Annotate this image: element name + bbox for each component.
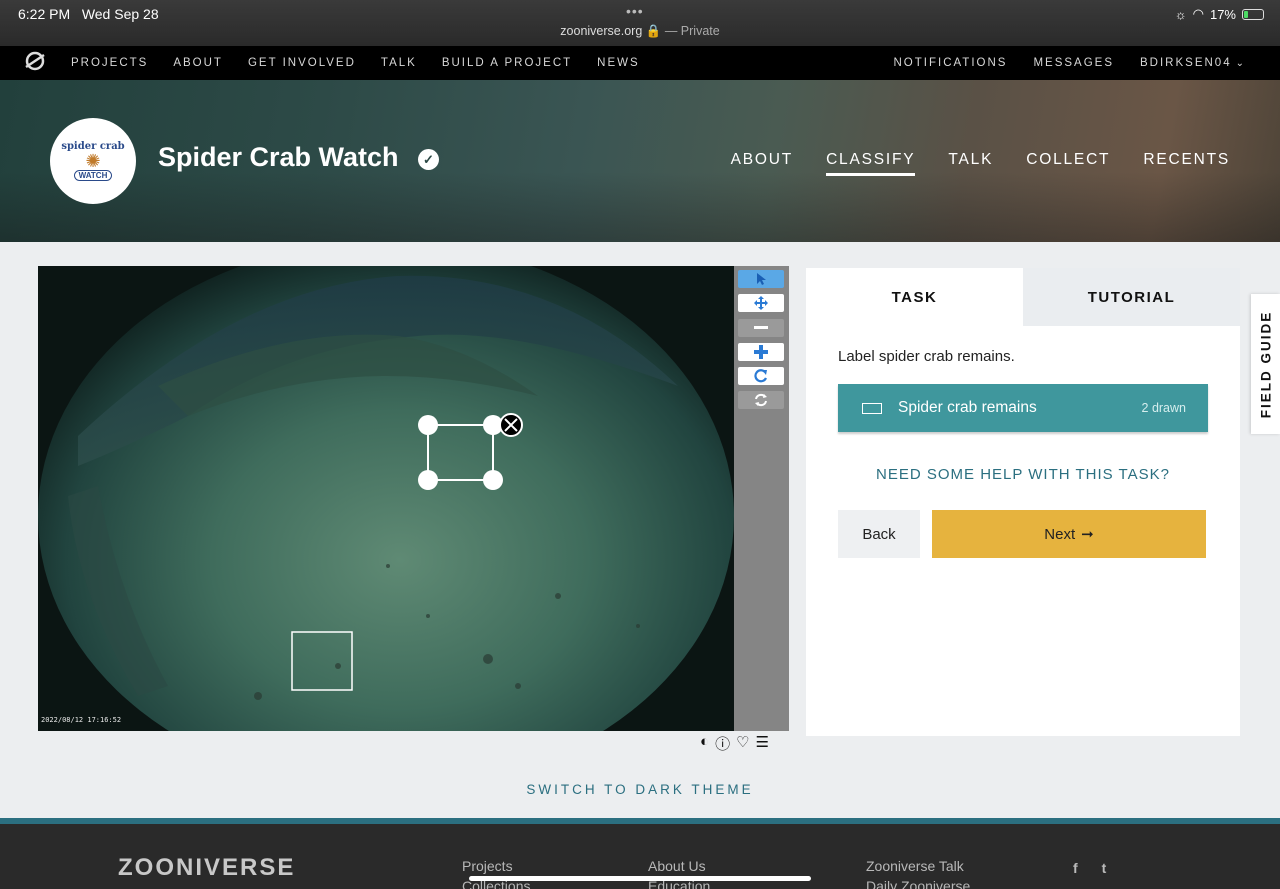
zoom-out-button[interactable] — [738, 319, 784, 337]
plus-icon — [754, 345, 768, 359]
nav-about[interactable]: ABOUT — [173, 57, 223, 69]
home-indicator — [469, 876, 811, 881]
zoom-in-button[interactable] — [738, 343, 784, 361]
crab-icon: ✺ — [85, 151, 101, 171]
move-icon — [754, 296, 768, 310]
task-tabs: TASK TUTORIAL — [806, 268, 1240, 326]
cursor-icon — [757, 273, 766, 285]
info-icon[interactable]: ⓘ — [715, 733, 730, 754]
wifi-icon: ◠ — [1192, 6, 1204, 21]
nav-projects[interactable]: PROJECTS — [71, 57, 148, 69]
task-help-link[interactable]: NEED SOME HELP WITH THIS TASK? — [806, 466, 1240, 483]
project-avatar[interactable]: spider crab ✺ WATCH — [50, 118, 136, 204]
verified-check-icon: ✓ — [418, 149, 439, 170]
project-header: spider crab ✺ WATCH Spider Crab Watch ✓ … — [0, 80, 1280, 242]
field-guide-label: FIELD GUIDE — [1258, 310, 1274, 418]
subject-viewer[interactable]: 2022/08/12 17:16:52 — [38, 266, 734, 731]
image-toolbar — [734, 266, 789, 731]
footer-col-1: Projects Collections — [462, 856, 530, 889]
favorite-heart-icon[interactable]: ♡ — [736, 733, 749, 754]
subject-meta-icons: ◐ ⓘ ♡ ☰ — [700, 733, 769, 754]
next-button[interactable]: Next ➞ — [932, 510, 1206, 558]
arrow-right-icon: ➞ — [1081, 526, 1094, 543]
invert-icon[interactable]: ◐ — [700, 733, 709, 754]
field-guide-tab[interactable]: FIELD GUIDE — [1251, 294, 1280, 434]
user-menu[interactable]: BDIRKSEN04 ⌄ — [1140, 57, 1246, 69]
nav-news[interactable]: NEWS — [597, 57, 640, 69]
reset-icon — [755, 393, 767, 407]
social-links: f t — [1073, 860, 1106, 876]
project-nav: ABOUT CLASSIFY TALK COLLECT RECENTS — [731, 151, 1230, 176]
next-label: Next — [1044, 525, 1076, 543]
header-shade — [0, 172, 1280, 242]
pointer-tool-button[interactable] — [738, 270, 784, 288]
status-time: 6:22 PM Wed Sep 28 — [18, 6, 159, 22]
address-bar[interactable]: zooniverse.org 🔒 — Private — [0, 24, 1280, 39]
username: BDIRKSEN04 — [1140, 57, 1232, 69]
footer-link-talk[interactable]: Zooniverse Talk — [866, 856, 970, 876]
main-nav-left: PROJECTS ABOUT GET INVOLVED TALK BUILD A… — [71, 46, 640, 80]
pan-tool-button[interactable] — [738, 294, 784, 312]
subject-image[interactable]: 2022/08/12 17:16:52 — [38, 266, 734, 731]
tab-task[interactable]: TASK — [806, 268, 1023, 326]
minus-icon — [754, 326, 768, 329]
reset-button[interactable] — [738, 391, 784, 409]
nav-talk[interactable]: TALK — [381, 57, 417, 69]
tool-count: 2 drawn — [1141, 401, 1186, 415]
project-nav-classify[interactable]: CLASSIFY — [826, 151, 916, 176]
rotate-icon — [754, 369, 768, 383]
facebook-icon[interactable]: f — [1073, 860, 1078, 876]
battery-icon — [1242, 8, 1264, 20]
task-instruction: Label spider crab remains. — [838, 348, 1015, 365]
project-nav-collect[interactable]: COLLECT — [1026, 151, 1110, 176]
task-panel: TASK TUTORIAL Label spider crab remains.… — [806, 268, 1240, 736]
avatar-text-bottom: WATCH — [73, 170, 113, 181]
subject-timestamp: 2022/08/12 17:16:52 — [41, 716, 121, 724]
project-nav-about[interactable]: ABOUT — [731, 151, 793, 176]
rectangle-icon — [862, 402, 882, 414]
status-indicators: ☼ ◠ 17% — [1175, 6, 1264, 22]
collect-list-icon[interactable]: ☰ — [756, 733, 769, 754]
footer-link-daily[interactable]: Daily Zooniverse — [866, 876, 970, 889]
dark-theme-toggle[interactable]: SWITCH TO DARK THEME — [0, 782, 1280, 797]
footer-link-projects[interactable]: Projects — [462, 856, 530, 876]
zooniverse-logo-icon[interactable] — [24, 50, 46, 72]
project-nav-recents[interactable]: RECENTS — [1143, 151, 1230, 176]
browser-status-bar: 6:22 PM Wed Sep 28 ••• zooniverse.org 🔒 … — [0, 0, 1280, 46]
tab-tutorial[interactable]: TUTORIAL — [1023, 268, 1240, 326]
chevron-down-icon: ⌄ — [1235, 58, 1246, 69]
rotate-button[interactable] — [738, 367, 784, 385]
back-button[interactable]: Back — [838, 510, 920, 558]
footer-col-3: Zooniverse Talk Daily Zooniverse — [866, 856, 970, 889]
nav-notifications[interactable]: NOTIFICATIONS — [894, 57, 1008, 69]
main-nav-right: NOTIFICATIONS MESSAGES BDIRKSEN04 ⌄ — [894, 46, 1247, 80]
brightness-icon: ☼ — [1174, 6, 1187, 22]
zooniverse-top-nav: PROJECTS ABOUT GET INVOLVED TALK BUILD A… — [0, 46, 1280, 80]
tool-label: Spider crab remains — [898, 399, 1037, 416]
footer-col-2: About Us Education — [648, 856, 710, 889]
drawing-tool-option[interactable]: Spider crab remains 2 drawn — [838, 384, 1208, 432]
nav-build-a-project[interactable]: BUILD A PROJECT — [442, 57, 572, 69]
nav-messages[interactable]: MESSAGES — [1033, 57, 1114, 69]
battery-percent: 17% — [1209, 6, 1236, 22]
project-nav-talk[interactable]: TALK — [948, 151, 993, 176]
footer-logo[interactable]: ZOONIVERSE — [118, 854, 295, 882]
footer-link-about-us[interactable]: About Us — [648, 856, 710, 876]
nav-get-involved[interactable]: GET INVOLVED — [248, 57, 356, 69]
project-title[interactable]: Spider Crab Watch — [158, 142, 399, 173]
tab-overview-icon[interactable]: ••• — [626, 3, 644, 19]
twitter-icon[interactable]: t — [1102, 860, 1107, 876]
